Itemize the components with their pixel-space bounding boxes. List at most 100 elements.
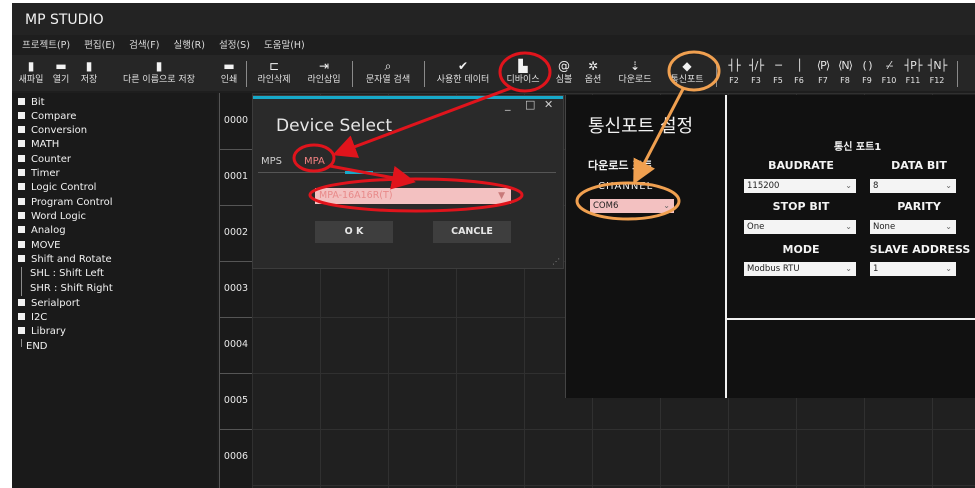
save-button[interactable]: ▮ 저장 bbox=[76, 57, 102, 89]
falling-edge-icon: ⟨N⟩ bbox=[838, 59, 853, 72]
horizontal-line-button[interactable]: ─ F5 bbox=[767, 59, 789, 85]
cancel-button[interactable]: CANCLE bbox=[433, 221, 511, 243]
expand-icon bbox=[18, 126, 25, 133]
coil-icon: ( ) bbox=[862, 59, 872, 72]
download-icon: ⇣ bbox=[629, 59, 641, 73]
baudrate-label: BAUDRATE bbox=[768, 159, 834, 172]
used-data-button[interactable]: ✔ 사용한 데이터 bbox=[430, 57, 496, 89]
channel-select[interactable]: COM6 ⌄ bbox=[590, 199, 674, 213]
pulse-button[interactable]: ┤P├ F11 bbox=[902, 59, 924, 85]
comm-port1-title: 통신 포트1 bbox=[834, 142, 882, 153]
ok-button[interactable]: O K bbox=[315, 221, 393, 243]
tree-item-program-control[interactable]: Program Control bbox=[16, 196, 113, 210]
close-button[interactable]: ✕ bbox=[544, 98, 553, 111]
vertical-line-button[interactable]: │ F6 bbox=[788, 59, 810, 85]
minimize-button[interactable]: _ bbox=[505, 98, 511, 111]
new-file-button[interactable]: ▮ 새파일 bbox=[15, 57, 47, 89]
tree-item-conversion[interactable]: Conversion bbox=[16, 124, 87, 138]
menu-search[interactable]: 검색(F) bbox=[129, 40, 159, 51]
parity-label: PARITY bbox=[897, 200, 941, 213]
maximize-button[interactable]: □ bbox=[525, 98, 535, 111]
tree-item-analog[interactable]: Analog bbox=[16, 224, 66, 238]
tree-item-bit[interactable]: Bit bbox=[16, 96, 45, 110]
tree-item-serialport[interactable]: Serialport bbox=[16, 297, 80, 311]
slave-address-select[interactable]: 1 ⌄ bbox=[870, 262, 956, 276]
contact-nc-icon: ┤/├ bbox=[749, 59, 764, 72]
databit-select[interactable]: 8 ⌄ bbox=[870, 179, 956, 193]
download-button[interactable]: ⇣ 다운로드 bbox=[612, 57, 658, 89]
contact-no-button[interactable]: ┤├ F2 bbox=[723, 59, 745, 85]
delete-line-button[interactable]: ⊏ 라인삭제 bbox=[252, 57, 296, 89]
symbol-button[interactable]: @ 심볼 bbox=[552, 57, 576, 89]
stopbit-select[interactable]: One ⌄ bbox=[744, 220, 856, 234]
invert-button[interactable]: -⁄- F10 bbox=[878, 59, 900, 85]
rung-number: 0005 bbox=[223, 395, 249, 406]
expand-icon bbox=[18, 226, 25, 233]
rung-number: 0006 bbox=[223, 451, 249, 462]
comm-port-button[interactable]: ◆ 통신포트 bbox=[664, 57, 710, 89]
tree-item-math[interactable]: MATH bbox=[16, 138, 59, 152]
rung-number: 0000 bbox=[223, 115, 249, 126]
tree-item-move[interactable]: MOVE bbox=[16, 239, 60, 253]
stopbit-label: STOP BIT bbox=[772, 200, 830, 213]
menu-settings[interactable]: 설정(S) bbox=[219, 40, 250, 51]
rung-divider bbox=[220, 429, 252, 430]
tree-item-end[interactable]: END bbox=[26, 340, 48, 354]
device-icon: ▙ bbox=[518, 59, 528, 73]
coil-button[interactable]: ( ) F9 bbox=[856, 59, 878, 85]
horizontal-line-icon: ─ bbox=[775, 59, 782, 72]
insert-line-button[interactable]: ⇥ 라인삽입 bbox=[302, 57, 346, 89]
expand-icon bbox=[18, 169, 25, 176]
tree-item-word-logic[interactable]: Word Logic bbox=[16, 210, 86, 224]
menu-help[interactable]: 도움말(H) bbox=[264, 40, 305, 51]
menu-edit[interactable]: 편집(E) bbox=[84, 40, 115, 51]
tree-item-compare[interactable]: Compare bbox=[16, 110, 76, 124]
mode-select[interactable]: Modbus RTU ⌄ bbox=[744, 262, 856, 276]
tree-item-shift-rotate[interactable]: Shift and Rotate bbox=[16, 253, 112, 267]
menu-run[interactable]: 실행(R) bbox=[173, 40, 205, 51]
expand-icon bbox=[18, 212, 25, 219]
device-select-dialog: _ □ ✕ Device Select MPS MPA MPA-16A16R(T… bbox=[252, 95, 564, 269]
dialog-title: Device Select bbox=[276, 116, 392, 136]
tree-item-library[interactable]: Library bbox=[16, 325, 66, 339]
print-button[interactable]: ▬ 인쇄 bbox=[216, 57, 242, 89]
channel-label: CHANNEL bbox=[598, 181, 654, 192]
rung-number: 0003 bbox=[223, 283, 249, 294]
tree-item-shl[interactable]: SHL : Shift Left bbox=[30, 267, 104, 281]
tree-item-logic-control[interactable]: Logic Control bbox=[16, 181, 96, 195]
rung-number: 0004 bbox=[223, 339, 249, 350]
tree-item-shr[interactable]: SHR : Shift Right bbox=[30, 282, 113, 296]
tab-mps[interactable]: MPS bbox=[261, 156, 282, 167]
parity-select[interactable]: None ⌄ bbox=[870, 220, 956, 234]
baudrate-select[interactable]: 115200 ⌄ bbox=[744, 179, 856, 193]
string-search-button[interactable]: ⌕ 문자열 검색 bbox=[358, 57, 418, 89]
expand-icon bbox=[18, 327, 25, 334]
rung-divider bbox=[220, 261, 252, 262]
rung-divider bbox=[220, 149, 252, 150]
rung-number-column: 0000 0001 0002 0003 0004 0005 0006 bbox=[219, 93, 253, 488]
tab-mpa[interactable]: MPA bbox=[304, 156, 325, 167]
instruction-tree: Bit Compare Conversion MATH Counter Time… bbox=[12, 93, 217, 488]
tree-item-timer[interactable]: Timer bbox=[16, 167, 60, 181]
falling-edge-button[interactable]: ⟨N⟩ F8 bbox=[834, 59, 856, 85]
gear-icon: ✲ bbox=[587, 59, 599, 73]
rising-edge-button[interactable]: ⟨P⟩ F7 bbox=[812, 59, 834, 85]
negative-button[interactable]: ┤N├ F12 bbox=[926, 59, 948, 85]
open-button[interactable]: ▬ 열기 bbox=[48, 57, 74, 89]
save-as-button[interactable]: ▮ 다른 이름으로 저장 bbox=[104, 57, 214, 89]
collapse-icon bbox=[18, 255, 25, 262]
contact-nc-button[interactable]: ┤/├ F3 bbox=[745, 59, 767, 85]
options-button[interactable]: ✲ 옵션 bbox=[580, 57, 606, 89]
chevron-down-icon: ▼ bbox=[498, 191, 505, 201]
toolbar-separator bbox=[716, 61, 717, 87]
tree-item-counter[interactable]: Counter bbox=[16, 153, 71, 167]
check-icon: ✔ bbox=[457, 59, 469, 73]
insert-line-icon: ⇥ bbox=[318, 59, 330, 73]
expand-icon bbox=[18, 198, 25, 205]
device-button[interactable]: ▙ 디바이스 bbox=[501, 57, 545, 89]
device-select-combo[interactable]: MPA-16A16R(T) ▼ bbox=[315, 188, 511, 204]
tree-item-i2c[interactable]: I2C bbox=[16, 311, 47, 325]
resize-grip-icon[interactable]: ⋰ bbox=[552, 257, 560, 266]
menu-bar: 프로젝트(P) 편집(E) 검색(F) 실행(R) 설정(S) 도움말(H) bbox=[22, 37, 316, 55]
menu-project[interactable]: 프로젝트(P) bbox=[22, 40, 70, 51]
